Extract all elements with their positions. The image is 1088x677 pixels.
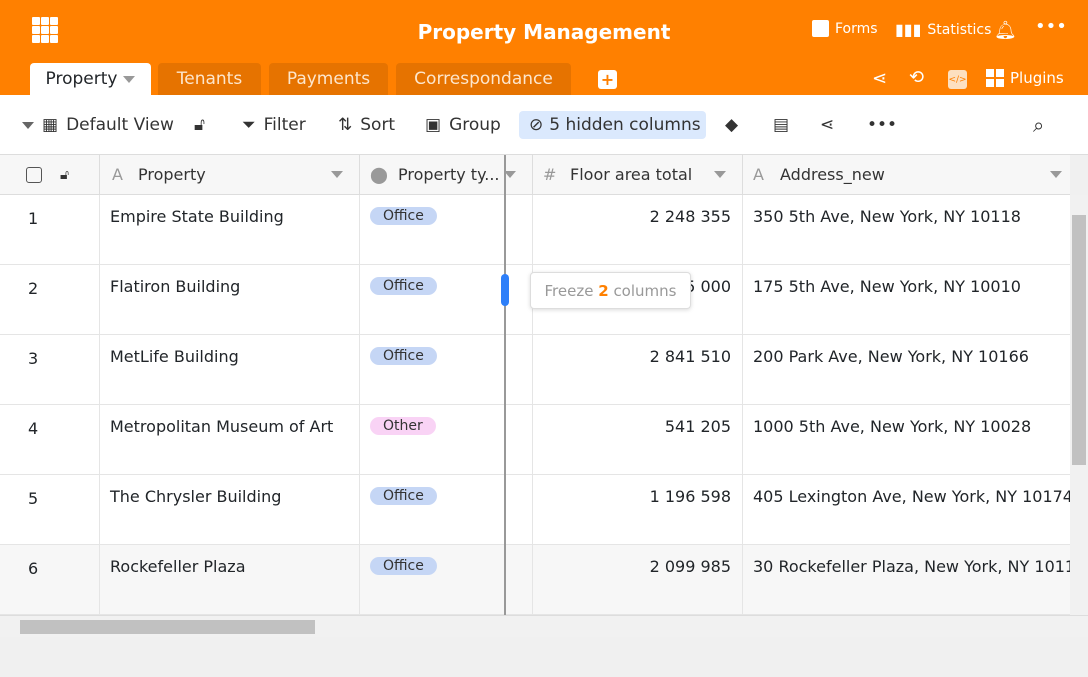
sort-button[interactable]: ⇅ Sort <box>338 110 395 140</box>
horizontal-scrollbar[interactable] <box>0 615 1088 637</box>
more-icon[interactable]: ••• <box>1035 16 1067 37</box>
vertical-scrollbar[interactable] <box>1070 195 1088 615</box>
share-icon[interactable]: ⋖ <box>872 68 887 89</box>
plugins-button[interactable]: Plugins <box>986 69 1064 87</box>
view-toolbar: ▦ Default View 🔓︎ ⏷ Filter ⇅ Sort ▣ Group ⊘ 5… <box>0 95 1088 155</box>
plugins-icon <box>986 69 1004 87</box>
cell-address[interactable]: 350 5th Ave, New York, NY 10118 <box>743 195 1070 265</box>
share-icon[interactable]: ⋖ <box>820 110 834 140</box>
cell-floor-area[interactable]: 2 248 355 <box>533 195 743 265</box>
script-icon[interactable]: </> <box>948 70 967 89</box>
row-height-icon[interactable]: ▤ <box>773 110 789 140</box>
type-badge: Other <box>370 417 436 435</box>
tab-correspondance[interactable]: Correspondance <box>396 63 571 95</box>
search-icon[interactable]: ⌕ <box>1033 110 1044 140</box>
column-header-address[interactable]: A Address_new <box>743 155 1070 195</box>
chevron-down-icon <box>123 75 136 83</box>
cell-floor-area[interactable]: 2 841 510 <box>533 335 743 405</box>
cell-address[interactable]: 200 Park Ave, New York, NY 10166 <box>743 335 1070 405</box>
cell-address[interactable]: 405 Lexington Ave, New York, NY 10174 <box>743 475 1070 545</box>
cell-property-type[interactable]: Office <box>360 545 533 615</box>
filter-button[interactable]: ⏷ Filter <box>242 110 306 140</box>
row-index[interactable]: 4 <box>0 405 100 475</box>
select-all-header: 🔓︎ <box>0 155 100 195</box>
chevron-down-icon[interactable] <box>1050 171 1062 178</box>
number-type-icon: # <box>543 165 557 184</box>
bar-chart-icon: ▮▮▮ <box>895 20 922 39</box>
chevron-down-icon[interactable] <box>714 171 726 178</box>
group-button[interactable]: ▣ Group <box>425 110 501 140</box>
single-select-icon: ⬤ <box>370 165 388 184</box>
cell-address[interactable]: 1000 5th Ave, New York, NY 10028 <box>743 405 1070 475</box>
tab-payments[interactable]: Payments <box>269 63 388 95</box>
type-badge: Office <box>370 557 437 575</box>
cell-floor-area[interactable]: 1 196 598 <box>533 475 743 545</box>
horizontal-scroll-thumb[interactable] <box>20 620 315 634</box>
statistics-button[interactable]: ▮▮▮ Statistics <box>895 20 991 39</box>
more-icon[interactable]: ••• <box>867 110 897 140</box>
forms-button[interactable]: Forms <box>812 20 878 37</box>
hidden-columns-button[interactable]: ⊘ 5 hidden columns <box>519 111 706 139</box>
column-header-floor-area[interactable]: # Floor area total <box>533 155 743 195</box>
cell-property-type[interactable]: Office <box>360 335 533 405</box>
lock-icon[interactable]: 🔓︎ <box>194 110 205 140</box>
chevron-down-icon <box>22 121 34 129</box>
row-index[interactable]: 1 <box>0 195 100 265</box>
cell-property[interactable]: Rockefeller Plaza <box>100 545 360 615</box>
bell-icon[interactable]: 🔔︎ <box>994 20 1017 41</box>
cell-floor-area[interactable]: 2 099 985 <box>533 545 743 615</box>
tab-property[interactable]: Property <box>30 63 151 95</box>
lock-icon[interactable]: 🔓︎ <box>60 167 69 183</box>
cell-property-type[interactable]: Other <box>360 405 533 475</box>
sort-icon: ⇅ <box>338 115 353 135</box>
row-index[interactable]: 3 <box>0 335 100 405</box>
cell-floor-area[interactable]: 541 205 <box>533 405 743 475</box>
table-icon: ▦ <box>42 115 59 135</box>
vertical-scroll-thumb[interactable] <box>1072 215 1086 465</box>
cell-address[interactable]: 30 Rockefeller Plaza, New York, NY 10112 <box>743 545 1070 615</box>
forms-icon <box>812 20 829 37</box>
cell-address[interactable]: 175 5th Ave, New York, NY 10010 <box>743 265 1070 335</box>
row-index[interactable]: 5 <box>0 475 100 545</box>
add-table-icon[interactable]: + <box>598 70 617 89</box>
type-badge: Office <box>370 207 437 225</box>
freeze-divider[interactable] <box>504 155 506 615</box>
tab-tenants[interactable]: Tenants <box>158 63 261 95</box>
history-icon[interactable]: ⟲ <box>909 67 924 88</box>
cell-property[interactable]: Empire State Building <box>100 195 360 265</box>
column-header-property-type[interactable]: ⬤ Property ty... <box>360 155 533 195</box>
cell-property-type[interactable]: Office <box>360 475 533 545</box>
type-badge: Office <box>370 277 437 295</box>
group-icon: ▣ <box>425 115 442 135</box>
type-badge: Office <box>370 487 437 505</box>
freeze-tooltip: Freeze 2 columns <box>530 272 691 309</box>
column-header-property[interactable]: A Property <box>100 155 360 195</box>
data-grid: 🔓︎ A Property ⬤ Property ty... # Floor area… <box>0 155 1070 615</box>
freeze-handle[interactable] <box>501 274 509 306</box>
view-selector[interactable]: ▦ Default View <box>22 110 174 140</box>
eye-off-icon: ⊘ <box>529 115 544 135</box>
row-index[interactable]: 6 <box>0 545 100 615</box>
cell-property[interactable]: Metropolitan Museum of Art <box>100 405 360 475</box>
type-badge: Office <box>370 347 437 365</box>
text-type-icon: A <box>753 165 764 184</box>
cell-property-type[interactable]: Office <box>360 195 533 265</box>
filter-icon: ⏷ <box>242 115 256 135</box>
row-index[interactable]: 2 <box>0 265 100 335</box>
select-all-checkbox[interactable] <box>26 166 42 183</box>
paint-bucket-icon[interactable]: ◆ <box>725 110 738 140</box>
cell-property[interactable]: MetLife Building <box>100 335 360 405</box>
chevron-down-icon[interactable] <box>331 171 343 178</box>
app-header: Property Management Forms ▮▮▮ Statistics … <box>0 0 1088 95</box>
cell-property[interactable]: The Chrysler Building <box>100 475 360 545</box>
text-type-icon: A <box>112 165 123 184</box>
cell-property[interactable]: Flatiron Building <box>100 265 360 335</box>
